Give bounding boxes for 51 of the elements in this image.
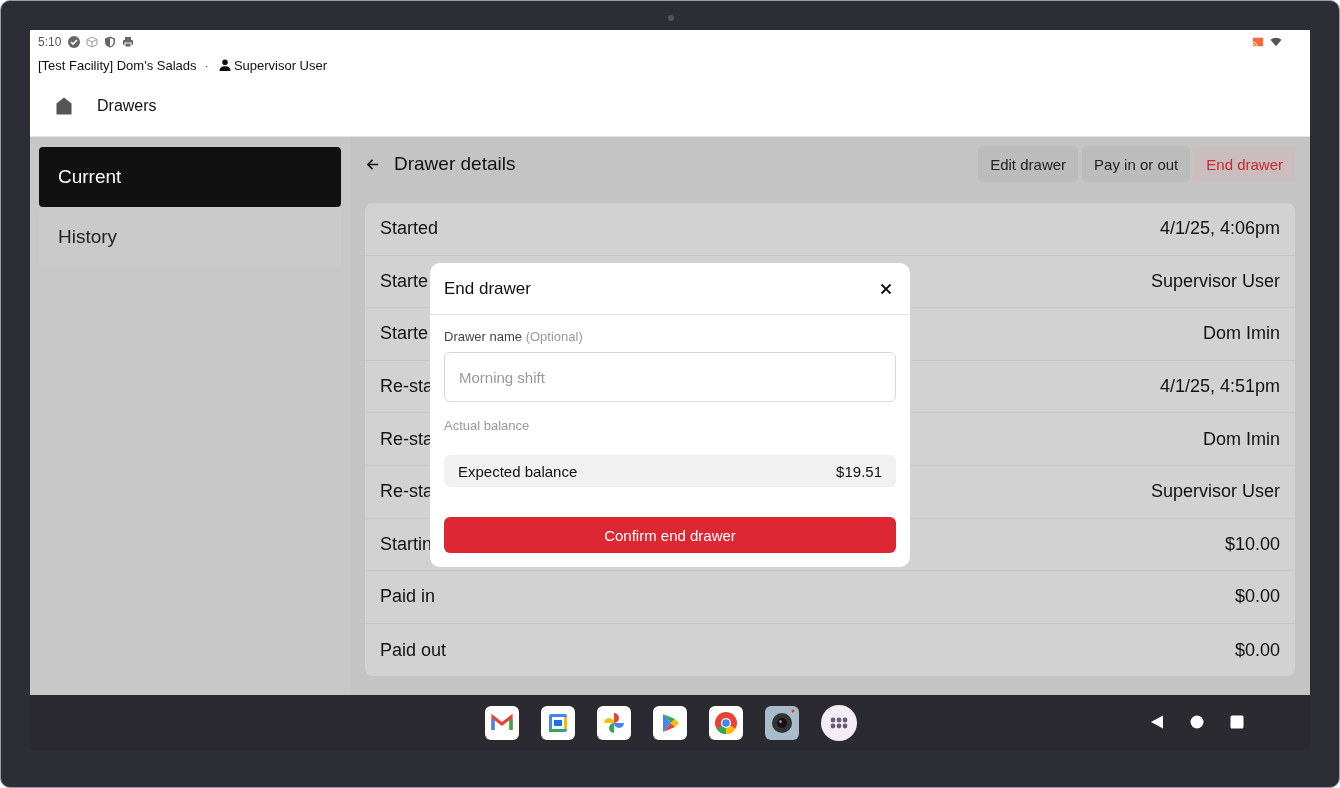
person-icon — [218, 59, 231, 71]
field-label: Drawer name (Optional) — [444, 329, 584, 344]
drawer-name-field[interactable]: Morning shift — [444, 352, 896, 402]
calendar-app-icon[interactable] — [541, 706, 575, 740]
browser-app-icon[interactable] — [709, 706, 743, 740]
row-value: Dom Imin — [1203, 323, 1280, 345]
row-label: Starte — [380, 323, 429, 345]
action-button[interactable]: Edit drawer — [978, 146, 1079, 182]
separator-dot: · — [204, 57, 209, 73]
row-label: Started — [380, 218, 439, 240]
wifi-icon — [1270, 36, 1282, 48]
recents-nav-icon[interactable] — [1230, 715, 1244, 729]
row-value: Supervisor User — [1150, 481, 1280, 503]
row-value: 4/1/25, 4:51pm — [1159, 376, 1280, 398]
row-label: Startin — [380, 533, 433, 555]
action-button[interactable]: Pay in or out — [1082, 146, 1191, 182]
row-value: $0.00 — [1234, 639, 1280, 661]
facility-name: [Test Facility] Dom's Salads — [38, 57, 197, 73]
row-value: $10.00 — [1224, 533, 1280, 555]
play-triangle-app-icon[interactable] — [653, 706, 687, 740]
dialog-title: End drawer — [444, 278, 531, 299]
camera-app-icon[interactable] — [765, 706, 799, 740]
close-icon[interactable] — [880, 282, 892, 295]
cube-icon — [86, 36, 99, 48]
cast-icon — [1252, 36, 1264, 48]
camera-dot — [668, 15, 674, 21]
shield-icon — [104, 36, 117, 48]
home-nav-icon[interactable] — [1190, 715, 1204, 729]
row-value: Supervisor User — [1150, 270, 1280, 292]
status-time: 5:10 — [38, 35, 62, 49]
row-label: Paid out — [380, 639, 447, 661]
mail-app-icon[interactable] — [485, 706, 519, 740]
row-label: Starte — [380, 270, 429, 292]
row-value: $0.00 — [1234, 586, 1280, 608]
back-nav-icon[interactable] — [1150, 715, 1164, 729]
page-title: Drawers — [97, 97, 157, 115]
expected-balance-value: $19.51 — [836, 462, 882, 480]
row-value: 4/1/25, 4:06pm — [1159, 218, 1280, 240]
row-label: Paid in — [380, 586, 436, 608]
user-name: Supervisor User — [233, 57, 328, 73]
pinwheel-app-icon[interactable] — [597, 706, 631, 740]
home-icon[interactable] — [56, 97, 72, 115]
section-label: Actual balance — [444, 418, 531, 433]
app-drawer-icon[interactable] — [821, 705, 857, 741]
sidebar-item[interactable]: Current — [39, 147, 341, 207]
printer-icon — [122, 36, 135, 48]
check-circle-icon — [68, 36, 81, 48]
confirm-button[interactable]: Confirm end drawer — [444, 517, 896, 553]
expected-balance-label: Expected balance — [458, 462, 578, 480]
section-title: Drawer details — [394, 153, 516, 175]
row-value: Dom Imin — [1203, 428, 1280, 450]
